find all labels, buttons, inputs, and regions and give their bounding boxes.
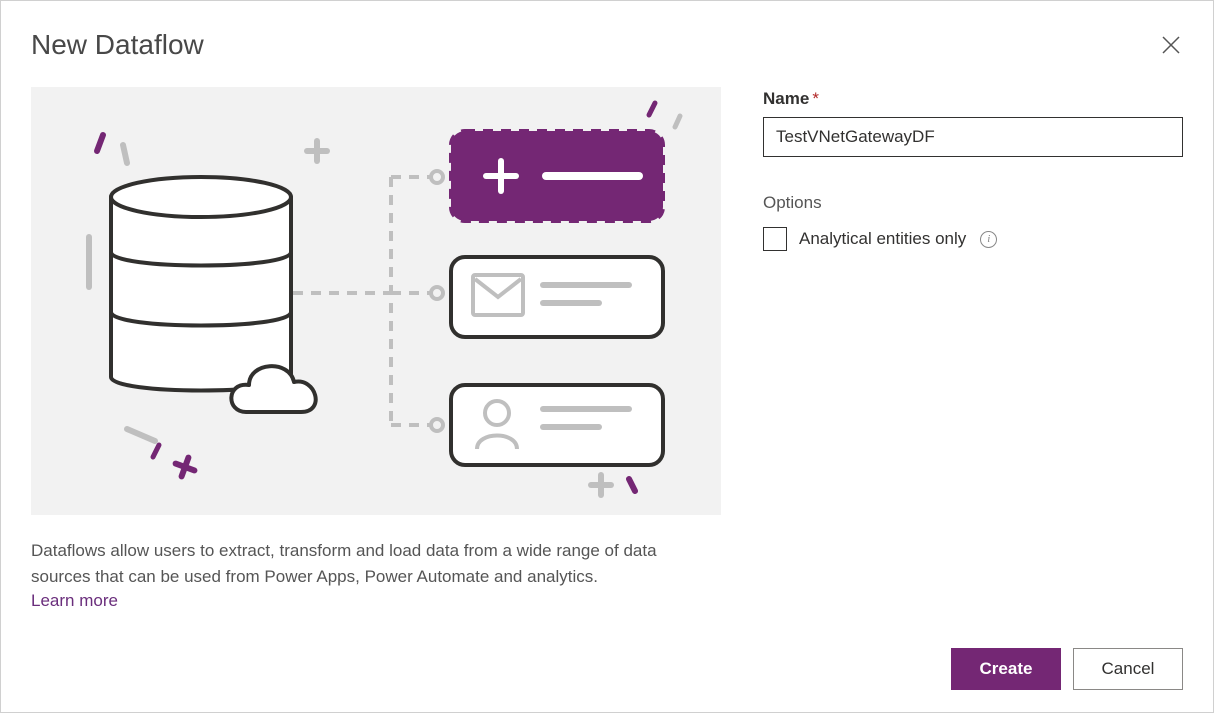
options-heading: Options [763, 193, 1183, 213]
name-label: Name* [763, 89, 1183, 109]
dataflow-description: Dataflows allow users to extract, transf… [31, 538, 711, 591]
dataflow-illustration [31, 87, 721, 515]
create-button[interactable]: Create [951, 648, 1061, 690]
cancel-button[interactable]: Cancel [1073, 648, 1183, 690]
info-icon[interactable]: i [980, 231, 997, 248]
name-label-text: Name [763, 89, 809, 108]
analytical-entities-checkbox[interactable] [763, 227, 787, 251]
required-asterisk: * [812, 89, 819, 108]
close-icon [1162, 36, 1180, 54]
close-button[interactable] [1159, 33, 1183, 57]
learn-more-link[interactable]: Learn more [31, 591, 118, 610]
name-input[interactable] [763, 117, 1183, 157]
analytical-entities-label: Analytical entities only [799, 229, 966, 249]
dialog-title: New Dataflow [31, 29, 204, 61]
